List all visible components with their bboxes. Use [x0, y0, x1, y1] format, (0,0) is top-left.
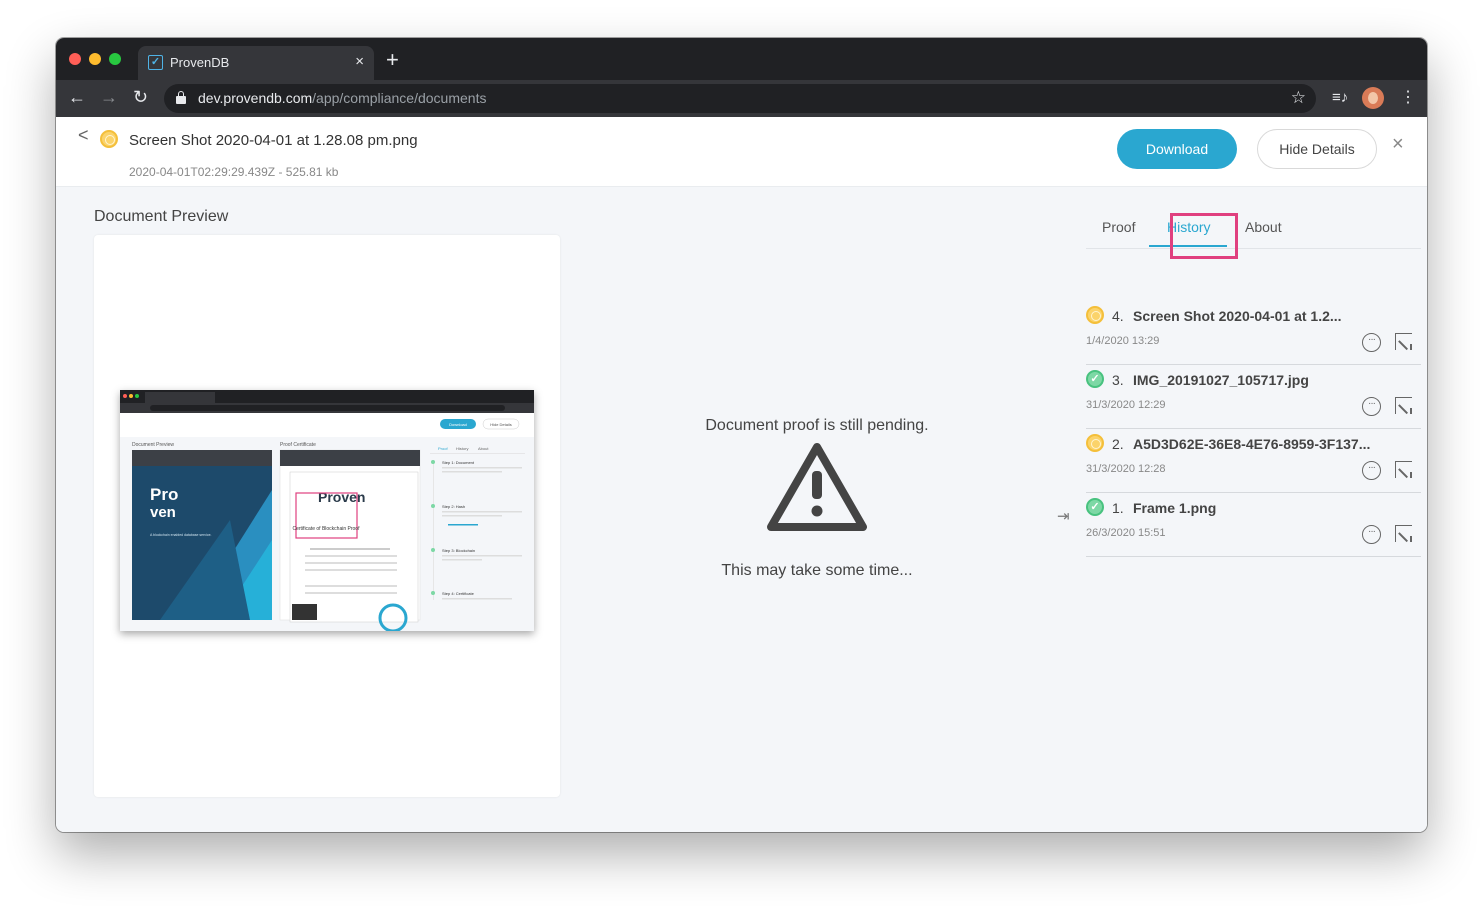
thumb-cert-title: Certificate of Blockchain Proof — [293, 526, 361, 532]
document-header: < Screen Shot 2020-04-01 at 1.28.08 pm.p… — [56, 117, 1427, 187]
history-item-date: 1/4/2020 13:29 — [1086, 335, 1160, 347]
window-close-button[interactable] — [69, 53, 81, 65]
thumb-step-4: Step 4: Certificate — [442, 591, 475, 596]
back-chevron-icon[interactable]: < — [78, 125, 89, 146]
tab-title: ProvenDB — [170, 55, 230, 70]
comment-icon[interactable]: ··· — [1362, 461, 1381, 480]
history-item[interactable]: 4. Screen Shot 2020-04-01 at 1.2... 1/4/… — [1086, 301, 1421, 365]
thumb-tab-proof: Proof — [438, 446, 448, 451]
history-item-date: 31/3/2020 12:29 — [1086, 399, 1166, 411]
lock-icon — [176, 91, 186, 104]
back-arrow-icon[interactable]: ← — [68, 87, 86, 108]
history-item-number: 4. — [1112, 308, 1124, 324]
proven-status-icon: ✓ — [1086, 370, 1104, 388]
open-document-icon[interactable] — [1395, 461, 1412, 478]
bookmark-star-icon[interactable]: ☆ — [1291, 88, 1306, 108]
address-bar[interactable]: dev.provendb.com/app/compliance/document… — [164, 84, 1316, 113]
history-item-name: IMG_20191027_105717.jpg — [1133, 372, 1309, 388]
document-title: Screen Shot 2020-04-01 at 1.28.08 pm.png — [129, 132, 418, 149]
preview-thumbnail[interactable]: Download Hide Details Document Preview P… — [120, 390, 534, 631]
thumb-brand-pro: Pro — [150, 485, 178, 504]
thumb-preview-label: Document Preview — [132, 442, 174, 448]
app-content: < Screen Shot 2020-04-01 at 1.28.08 pm.p… — [56, 117, 1427, 832]
thumb-cert-brand: Proven — [318, 489, 365, 505]
provendb-favicon-icon: ✓ — [148, 55, 163, 70]
pending-status-icon — [100, 130, 118, 148]
history-item-number: 1. — [1112, 500, 1124, 516]
thumb-tagline: A blockchain enabled database service. — [150, 533, 212, 537]
pending-text: Document proof is still pending. — [705, 417, 929, 434]
pending-proof-message: Document proof is still pending. — [676, 417, 958, 538]
thumb-certificate-label: Proof Certificate — [280, 442, 316, 448]
new-tab-button[interactable]: + — [386, 49, 399, 71]
history-item[interactable]: ✓ 1. Frame 1.png 26/3/2020 15:51 ··· — [1086, 493, 1421, 557]
thumb-hide-label: Hide Details — [490, 422, 512, 427]
browser-tab[interactable]: ✓ ProvenDB × — [138, 46, 374, 80]
wait-text: This may take some time... — [721, 562, 913, 579]
browser-tab-strip: ✓ ProvenDB × + — [56, 38, 1427, 80]
history-item-date: 26/3/2020 15:51 — [1086, 527, 1166, 539]
window-maximize-button[interactable] — [109, 53, 121, 65]
download-button[interactable]: Download — [1117, 129, 1237, 169]
history-item[interactable]: ✓ 3. IMG_20191027_105717.jpg 31/3/2020 1… — [1086, 365, 1421, 429]
history-tab-highlight — [1170, 213, 1238, 259]
tab-about[interactable]: About — [1245, 219, 1282, 235]
open-document-icon[interactable] — [1395, 397, 1412, 414]
document-meta: 2020-04-01T02:29:29.439Z - 525.81 kb — [129, 165, 339, 179]
document-preview-card: Download Hide Details Document Preview P… — [94, 235, 560, 797]
browser-window: ✓ ProvenDB × + ← → ↻ dev.provendb.com/ap… — [56, 38, 1427, 832]
tab-close-icon[interactable]: × — [355, 53, 364, 70]
profile-avatar[interactable] — [1362, 87, 1384, 109]
pending-status-icon — [1086, 306, 1104, 324]
history-item-name: A5D3D62E-36E8-4E76-8959-3F137... — [1133, 436, 1371, 452]
hide-details-button[interactable]: Hide Details — [1257, 129, 1377, 169]
proven-status-icon: ✓ — [1086, 498, 1104, 516]
comment-icon[interactable]: ··· — [1362, 525, 1381, 544]
reload-icon[interactable]: ↻ — [133, 87, 148, 108]
pending-status-icon — [1086, 434, 1104, 452]
open-document-icon[interactable] — [1395, 333, 1412, 350]
history-item-name: Frame 1.png — [1133, 500, 1217, 516]
history-item-name: Screen Shot 2020-04-01 at 1.2... — [1133, 308, 1342, 324]
thumb-download-label: Download — [449, 422, 467, 427]
history-item[interactable]: 2. A5D3D62E-36E8-4E76-8959-3F137... 31/3… — [1086, 429, 1421, 493]
details-tabs: Proof History About — [1086, 207, 1421, 249]
document-preview-heading: Document Preview — [94, 208, 229, 225]
url-text: dev.provendb.com/app/compliance/document… — [198, 90, 487, 106]
thumb-brand-ven: ven — [150, 504, 176, 521]
thumb-tab-about: About — [478, 446, 489, 451]
thumb-step-1: Step 1: Document — [442, 460, 475, 465]
collapse-panel-icon[interactable]: ⇥ — [1057, 507, 1070, 525]
history-item-number: 3. — [1112, 372, 1124, 388]
close-icon[interactable]: × — [1392, 133, 1404, 156]
open-document-icon[interactable] — [1395, 525, 1412, 542]
thumb-step-2: Step 2: Hash — [442, 504, 465, 509]
media-playlist-icon[interactable]: ≡♪ — [1332, 89, 1348, 106]
history-item-number: 2. — [1112, 436, 1124, 452]
forward-arrow-icon[interactable]: → — [100, 87, 118, 108]
window-minimize-button[interactable] — [89, 53, 101, 65]
warning-icon — [767, 443, 867, 531]
comment-icon[interactable]: ··· — [1362, 333, 1381, 352]
browser-toolbar: ← → ↻ dev.provendb.com/app/compliance/do… — [56, 80, 1427, 117]
thumb-tab-history: History — [456, 446, 468, 451]
browser-menu-icon[interactable]: ⋮ — [1400, 87, 1416, 109]
history-item-date: 31/3/2020 12:28 — [1086, 463, 1166, 475]
tab-proof[interactable]: Proof — [1102, 219, 1135, 235]
comment-icon[interactable]: ··· — [1362, 397, 1381, 416]
screenshot-thumbnail-image: Download Hide Details Document Preview P… — [120, 390, 534, 631]
thumb-step-3: Step 3: Blockchain — [442, 548, 475, 553]
